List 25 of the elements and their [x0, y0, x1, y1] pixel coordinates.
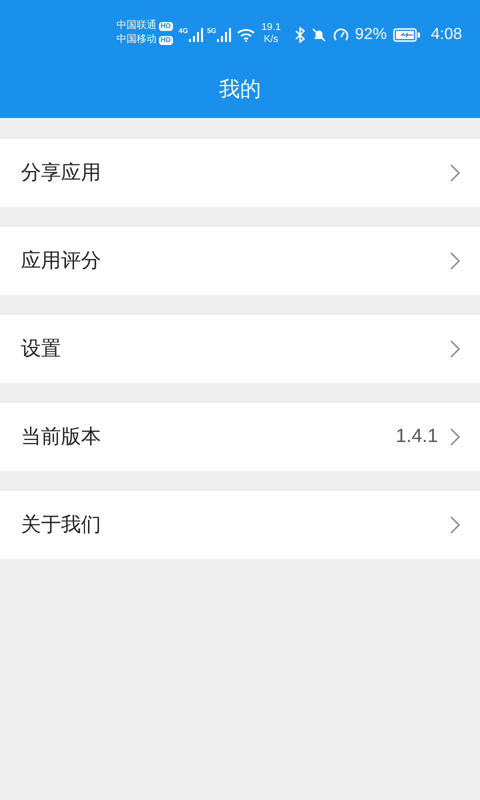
battery-percent: 92% — [354, 25, 387, 45]
chevron-right-icon — [450, 516, 460, 534]
menu-item[interactable]: 应用评分 — [0, 227, 480, 295]
version-value: 1.4.1 — [396, 424, 438, 449]
menu-item[interactable]: 关于我们 — [0, 491, 480, 559]
carrier-name: 中国移动 — [116, 33, 157, 47]
speed-value: 19.1 — [261, 22, 281, 34]
menu-item[interactable]: 分享应用 — [0, 139, 480, 207]
signal-icon — [189, 28, 204, 42]
signal-icon — [217, 28, 232, 42]
chevron-right-icon — [450, 340, 460, 358]
chevron-right-icon — [450, 164, 460, 182]
chevron-right-icon — [450, 428, 460, 446]
battery-charging-icon — [392, 28, 421, 42]
speedometer-icon — [332, 27, 349, 43]
bell-off-icon — [310, 27, 327, 43]
clock-time: 4:08 — [430, 25, 462, 45]
menu-item[interactable]: 当前版本 1.4.1 — [0, 403, 480, 471]
page-title: 我的 — [219, 77, 261, 104]
menu-item[interactable]: 设置 — [0, 315, 480, 383]
carrier-name: 中国联通 — [116, 19, 157, 33]
speed-unit: K/s — [264, 34, 278, 46]
bluetooth-icon — [294, 27, 305, 43]
wifi-icon — [237, 28, 256, 42]
chevron-right-icon — [450, 252, 460, 270]
